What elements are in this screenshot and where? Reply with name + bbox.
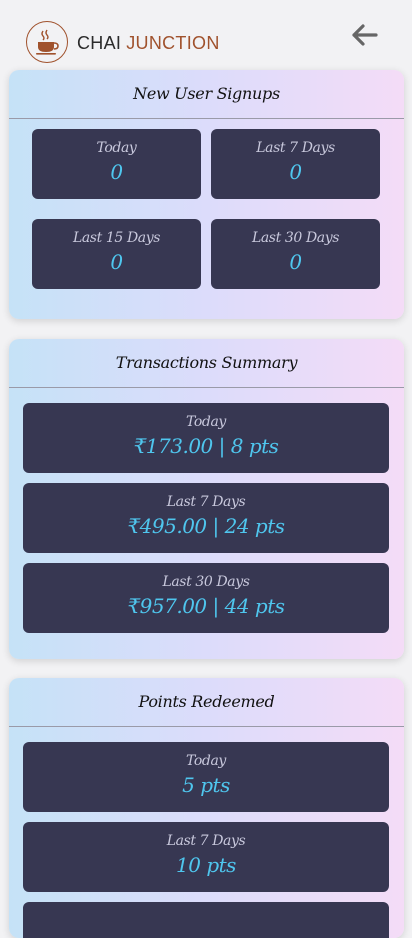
tile-value: ₹495.00 | 24 pts [127, 514, 285, 538]
transactions-tile-today: Today ₹173.00 | 8 pts [23, 403, 389, 473]
signups-tile-today: Today 0 [32, 129, 201, 199]
tile-label: Today [96, 140, 137, 156]
tile-value: ₹957.00 | 44 pts [127, 594, 285, 618]
transactions-tile-30-days: Last 30 Days ₹957.00 | 44 pts [23, 563, 389, 633]
arrow-left-icon [352, 24, 378, 46]
logo [26, 21, 68, 63]
transactions-tile-7-days: Last 7 Days ₹495.00 | 24 pts [23, 483, 389, 553]
back-button[interactable] [348, 20, 380, 50]
tile-label: Last 30 Days [251, 230, 340, 246]
transactions-card: Transactions Summary Today ₹173.00 | 8 p… [9, 339, 404, 659]
redeemed-tile-partial [23, 902, 389, 938]
tile-label: Last 15 Days [72, 230, 161, 246]
tile-value: 0 [110, 160, 123, 184]
tile-label: Last 7 Days [166, 833, 246, 849]
signups-title: New User Signups [9, 70, 404, 119]
signups-card: New User Signups Today 0 Last 7 Days 0 L… [9, 70, 404, 319]
tile-label: Today [186, 414, 226, 430]
signups-tile-7-days: Last 7 Days 0 [211, 129, 380, 199]
tile-label: Last 7 Days [166, 494, 246, 510]
tea-cup-icon [36, 29, 59, 55]
tile-value: 0 [110, 250, 123, 274]
redeemed-title: Points Redeemed [9, 678, 404, 727]
app-header: CHAI JUNCTION [0, 0, 412, 70]
tile-value: 0 [289, 250, 302, 274]
tile-value: 10 pts [176, 853, 236, 877]
redeemed-tile-7-days: Last 7 Days 10 pts [23, 822, 389, 892]
redeemed-tile-today: Today 5 pts [23, 742, 389, 812]
signups-tile-30-days: Last 30 Days 0 [211, 219, 380, 289]
signups-tile-15-days: Last 15 Days 0 [32, 219, 201, 289]
tile-value: ₹173.00 | 8 pts [133, 434, 279, 458]
tile-label: Today [186, 753, 226, 769]
brand-name-part1: CHAI [77, 33, 122, 53]
brand-name-part2: JUNCTION [126, 33, 220, 53]
brand-name: CHAI JUNCTION [77, 33, 220, 54]
transactions-title: Transactions Summary [9, 339, 404, 388]
tile-label: Last 7 Days [256, 140, 335, 156]
tile-value: 0 [289, 160, 302, 184]
redeemed-card: Points Redeemed Today 5 pts Last 7 Days … [9, 678, 404, 938]
tile-value: 5 pts [182, 773, 230, 797]
tile-label: Last 30 Days [162, 574, 250, 590]
